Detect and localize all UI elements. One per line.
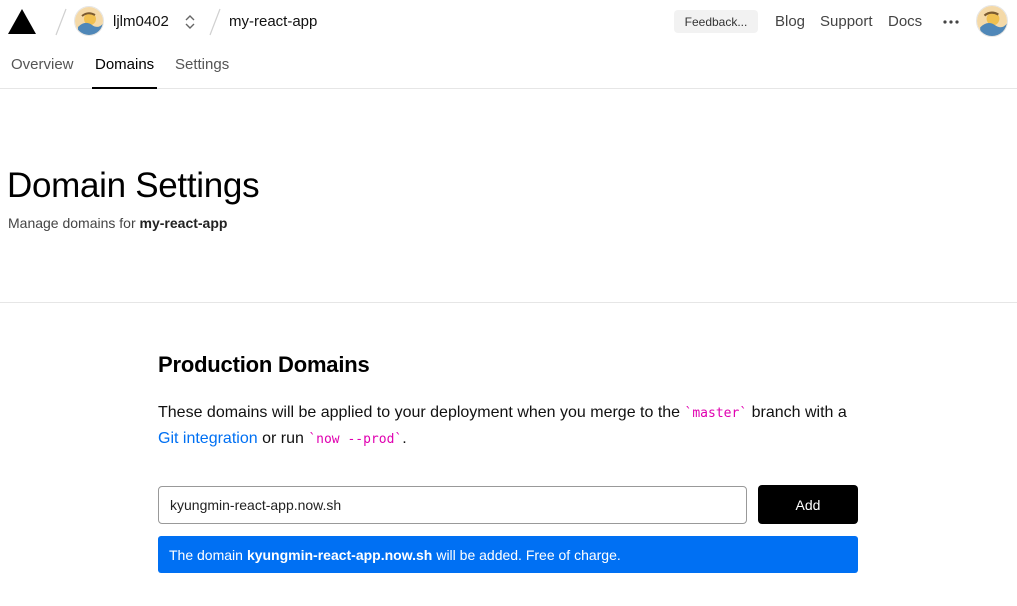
feedback-button[interactable]: Feedback... xyxy=(674,10,758,33)
separator-slash-icon xyxy=(209,8,221,36)
add-domain-button[interactable]: Add xyxy=(758,485,858,524)
desc-text-3: or run xyxy=(262,430,304,447)
domain-notice-banner: The domain kyungmin-react-app.now.sh wil… xyxy=(158,536,858,573)
production-domains-title: Production Domains xyxy=(158,352,370,377)
git-integration-link[interactable]: Git integration xyxy=(158,430,258,447)
page-subtitle-project: my-react-app xyxy=(139,215,228,231)
user-avatar[interactable] xyxy=(74,6,104,36)
top-bar: ljlm0402 my-react-app Feedback... Blog S… xyxy=(0,0,1017,44)
desc-text-2: branch with a xyxy=(751,404,847,421)
vercel-logo-icon[interactable] xyxy=(8,9,36,34)
notice-suffix: will be added. Free of charge. xyxy=(436,546,621,563)
separator-slash-icon xyxy=(55,8,67,36)
code-master: `master` xyxy=(684,406,748,421)
notice-domain: kyungmin-react-app.now.sh xyxy=(246,546,433,563)
more-options-icon[interactable] xyxy=(940,12,962,32)
tab-settings[interactable]: Settings xyxy=(175,56,229,89)
tab-bar: Overview Domains Settings xyxy=(0,44,1017,89)
notice-prefix: The domain xyxy=(169,546,243,563)
code-now-prod: `now --prod` xyxy=(308,432,403,447)
nav-link-support[interactable]: Support xyxy=(820,13,873,30)
desc-text-4: . xyxy=(402,430,407,447)
production-domains-description: These domains will be applied to your de… xyxy=(158,400,868,452)
page-subtitle: Manage domains for my-react-app xyxy=(8,215,227,231)
tab-domains[interactable]: Domains xyxy=(92,56,158,89)
desc-text-1: These domains will be applied to your de… xyxy=(158,404,681,421)
domain-input[interactable] xyxy=(158,486,747,524)
section-divider xyxy=(0,302,1017,303)
page-title: Domain Settings xyxy=(7,166,260,205)
project-name[interactable]: my-react-app xyxy=(229,13,317,30)
tab-overview[interactable]: Overview xyxy=(11,56,74,89)
page-subtitle-prefix: Manage domains for xyxy=(8,215,136,231)
chevron-up-down-icon[interactable] xyxy=(183,12,197,32)
nav-link-docs[interactable]: Docs xyxy=(888,13,922,30)
user-name[interactable]: ljlm0402 xyxy=(113,13,169,30)
account-avatar[interactable] xyxy=(976,5,1008,37)
nav-link-blog[interactable]: Blog xyxy=(775,13,805,30)
